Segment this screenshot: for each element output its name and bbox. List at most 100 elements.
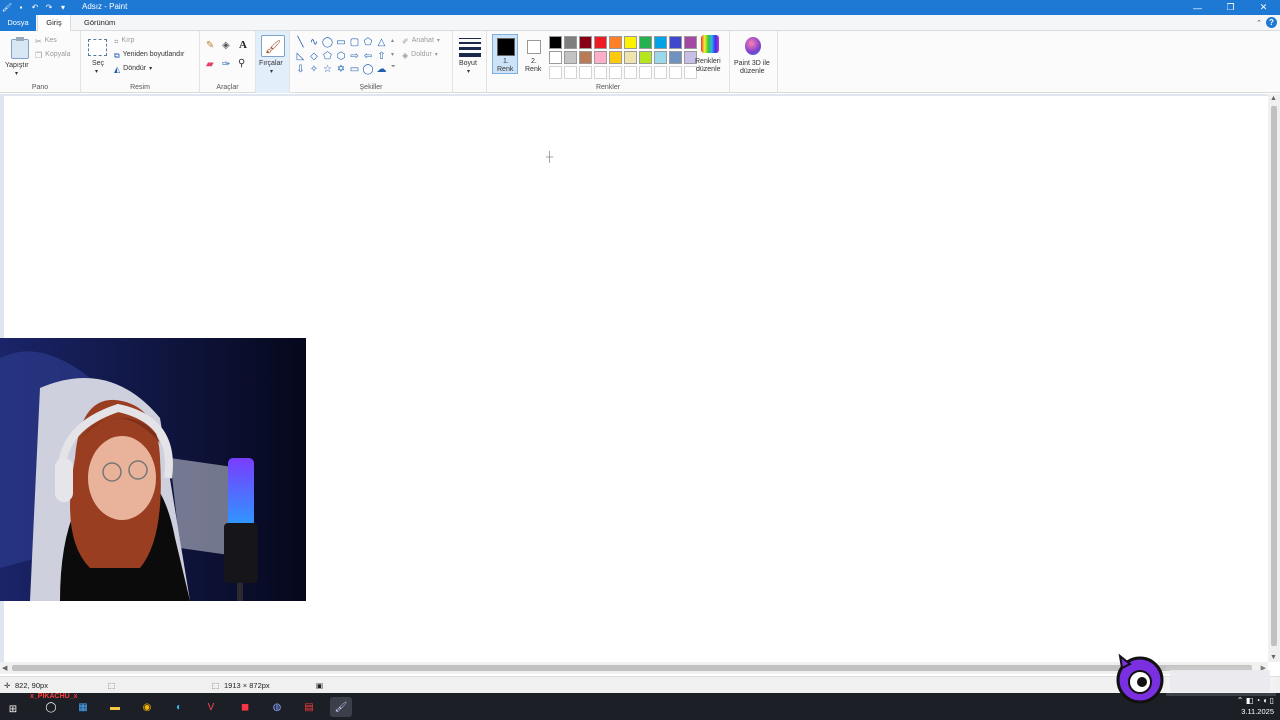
- palette-color-swatch[interactable]: [654, 36, 667, 49]
- palette-color-swatch[interactable]: [669, 51, 682, 64]
- palette-color-swatch[interactable]: [594, 36, 607, 49]
- oval-shape-icon[interactable]: ◯: [321, 36, 334, 49]
- undo-icon[interactable]: ↶: [30, 3, 40, 13]
- fill-button[interactable]: ◈ Doldur ▾: [402, 51, 438, 60]
- customize-toolbar-icon[interactable]: ▾: [58, 3, 68, 13]
- color-picker-icon[interactable]: ✑: [222, 59, 230, 70]
- tab-view[interactable]: Görünüm: [76, 15, 123, 31]
- palette-custom-slot[interactable]: [594, 66, 607, 79]
- rotate-button[interactable]: ◭ Döndür ▾: [114, 65, 152, 74]
- redo-icon[interactable]: ↷: [44, 3, 54, 13]
- resize-button[interactable]: ⧉ Yeniden boyutlandır: [114, 51, 184, 61]
- minimize-ribbon-icon[interactable]: ⌃: [1256, 19, 1262, 27]
- line-shape-icon[interactable]: ╲: [294, 36, 307, 49]
- crop-button[interactable]: ⌗ Kırp: [114, 37, 134, 47]
- palette-color-swatch[interactable]: [609, 36, 622, 49]
- palette-color-swatch[interactable]: [639, 36, 652, 49]
- palette-color-swatch[interactable]: [654, 51, 667, 64]
- palette-custom-slot[interactable]: [549, 66, 562, 79]
- valorant-icon[interactable]: V: [200, 697, 222, 717]
- outline-button[interactable]: ✐ Anahat ▾: [402, 37, 440, 46]
- maximize-button[interactable]: ❐: [1214, 0, 1247, 15]
- minimize-button[interactable]: —: [1181, 0, 1214, 15]
- down-arrow-shape-icon[interactable]: ⇩: [294, 63, 307, 76]
- scroll-up-icon[interactable]: ▲: [1270, 95, 1277, 102]
- vertical-scrollbar[interactable]: ▲ ▼: [1268, 94, 1280, 662]
- help-icon[interactable]: ?: [1266, 17, 1277, 28]
- palette-color-swatch[interactable]: [579, 51, 592, 64]
- palette-color-swatch[interactable]: [624, 51, 637, 64]
- rounded-callout-shape-icon[interactable]: ▭: [348, 63, 361, 76]
- palette-custom-slot[interactable]: [639, 66, 652, 79]
- paint-taskbar-icon[interactable]: 🖌: [330, 697, 352, 717]
- start-button[interactable]: ⊞: [4, 699, 22, 719]
- hexagon-shape-icon[interactable]: ⬡: [335, 50, 348, 63]
- edge-icon[interactable]: ◐: [168, 697, 190, 717]
- palette-color-swatch[interactable]: [609, 51, 622, 64]
- edit-colors-button[interactable]: Renkleri düzenle: [695, 35, 727, 77]
- five-point-star-shape-icon[interactable]: ☆: [321, 63, 334, 76]
- size-button[interactable]: Boyut ▾: [453, 31, 487, 93]
- four-point-star-shape-icon[interactable]: ✧: [308, 63, 321, 76]
- text-icon[interactable]: A: [239, 39, 247, 51]
- color1-button[interactable]: 1. Renk: [492, 34, 518, 74]
- palette-color-swatch[interactable]: [564, 36, 577, 49]
- horizontal-scroll-thumb[interactable]: [12, 665, 1252, 671]
- scroll-left-icon[interactable]: ◀: [2, 664, 7, 672]
- polygon-shape-icon[interactable]: ⬠: [362, 36, 375, 49]
- palette-custom-slot[interactable]: [624, 66, 637, 79]
- copy-button[interactable]: ❐ Kopyala: [35, 51, 70, 60]
- palette-custom-slot[interactable]: [579, 66, 592, 79]
- chrome-icon[interactable]: ◉: [136, 697, 158, 717]
- magnifier-icon[interactable]: ⚲: [238, 58, 245, 69]
- horizontal-scrollbar[interactable]: ◀ ▶: [0, 662, 1268, 674]
- palette-color-swatch[interactable]: [564, 51, 577, 64]
- tab-home[interactable]: Giriş: [37, 15, 71, 32]
- eraser-icon[interactable]: ▰: [206, 59, 214, 70]
- tab-file[interactable]: Dosya: [0, 15, 36, 31]
- palette-color-swatch[interactable]: [549, 36, 562, 49]
- palette-color-swatch[interactable]: [594, 51, 607, 64]
- shapes-scroll-up-icon[interactable]: ▴: [391, 37, 394, 44]
- red-app-icon[interactable]: ◼: [234, 697, 256, 717]
- vertical-scroll-thumb[interactable]: [1271, 106, 1277, 646]
- stream-app-icon[interactable]: ▤: [298, 697, 320, 717]
- palette-color-swatch[interactable]: [639, 51, 652, 64]
- rectangle-shape-icon[interactable]: ▭: [335, 36, 348, 49]
- search-icon[interactable]: ◯: [40, 697, 62, 717]
- diamond-shape-icon[interactable]: ◇: [308, 50, 321, 63]
- palette-custom-slot[interactable]: [669, 66, 682, 79]
- up-arrow-shape-icon[interactable]: ⇧: [375, 50, 388, 63]
- right-triangle-shape-icon[interactable]: ◺: [294, 50, 307, 63]
- fill-bucket-icon[interactable]: ◈: [222, 40, 230, 51]
- shapes-more-icon[interactable]: ⏷: [391, 64, 396, 71]
- six-point-star-shape-icon[interactable]: ✡: [335, 63, 348, 76]
- cut-button[interactable]: ✂ Kes: [35, 37, 57, 46]
- pencil-icon[interactable]: ✎: [206, 40, 214, 51]
- close-button[interactable]: ✕: [1247, 0, 1280, 15]
- palette-color-swatch[interactable]: [549, 51, 562, 64]
- file-explorer-icon[interactable]: ▬: [104, 697, 126, 717]
- shapes-scroll-down-icon[interactable]: ▾: [391, 51, 394, 58]
- widgets-icon[interactable]: ▦: [72, 697, 94, 717]
- palette-color-swatch[interactable]: [669, 36, 682, 49]
- palette-custom-slot[interactable]: [654, 66, 667, 79]
- paste-button[interactable]: Yapıştır ▾: [2, 33, 32, 77]
- paint3d-button[interactable]: Paint 3D ile düzenle: [730, 31, 778, 93]
- rounded-rectangle-shape-icon[interactable]: ▢: [348, 36, 361, 49]
- curve-shape-icon[interactable]: ∿: [308, 36, 321, 49]
- palette-custom-slot[interactable]: [609, 66, 622, 79]
- oval-callout-shape-icon[interactable]: ◯: [362, 63, 375, 76]
- pentagon-shape-icon[interactable]: ⬠: [321, 50, 334, 63]
- palette-custom-slot[interactable]: [564, 66, 577, 79]
- save-icon[interactable]: ▪: [16, 3, 26, 13]
- triangle-shape-icon[interactable]: △: [375, 36, 388, 49]
- right-arrow-shape-icon[interactable]: ⇨: [348, 50, 361, 63]
- discord-icon[interactable]: ◍: [266, 697, 288, 717]
- left-arrow-shape-icon[interactable]: ⇦: [362, 50, 375, 63]
- palette-color-swatch[interactable]: [579, 36, 592, 49]
- brushes-button[interactable]: 🖌 Fırçalar ▾: [256, 31, 290, 93]
- palette-color-swatch[interactable]: [624, 36, 637, 49]
- cloud-callout-shape-icon[interactable]: ☁: [375, 63, 388, 76]
- color2-button[interactable]: 2. Renk: [520, 34, 546, 74]
